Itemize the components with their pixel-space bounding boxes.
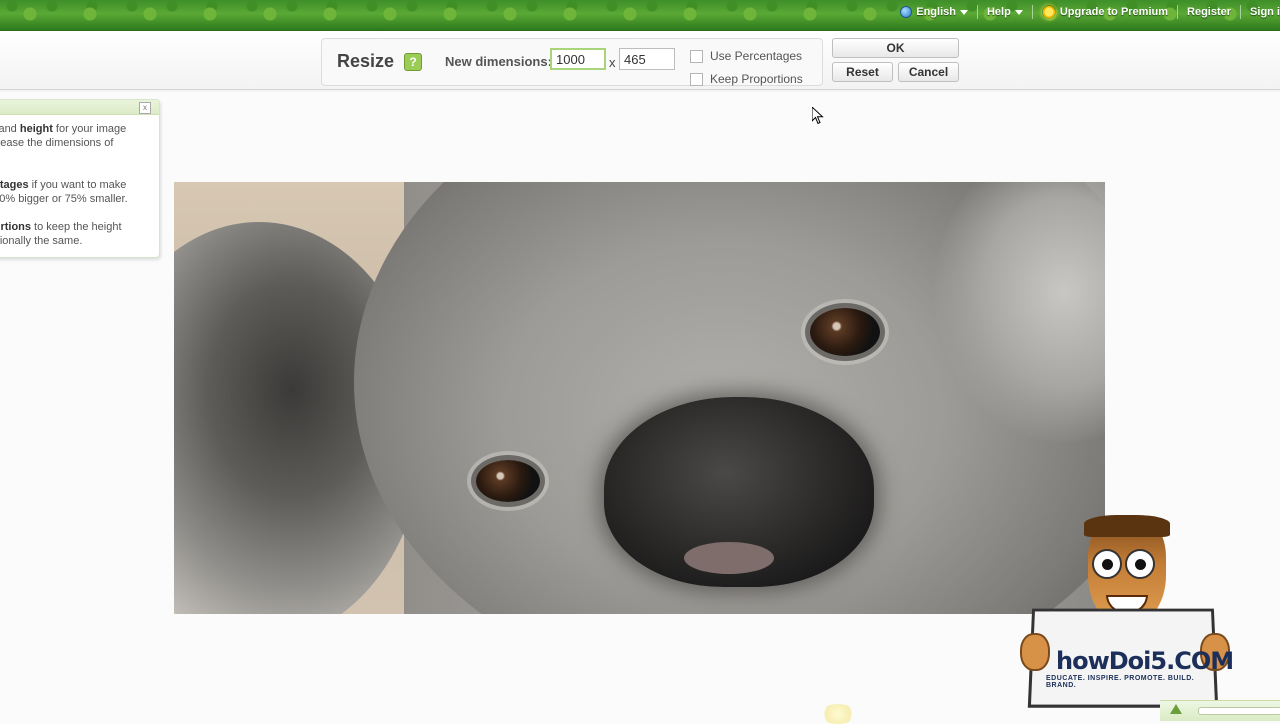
use-percentages-checkbox[interactable]: Use Percentages (690, 49, 802, 63)
top-nav: English Help Upgrade to Premium Register… (891, 0, 1280, 24)
koala-image[interactable] (174, 182, 1105, 614)
tip-bold: height (19, 123, 53, 135)
register-label: Register (1187, 6, 1232, 18)
cancel-button[interactable]: Cancel (898, 62, 959, 82)
tip-bold: portions (0, 221, 31, 233)
tooltip-paragraph: entages if you want to make 150% bigger … (0, 178, 147, 206)
globe-icon (900, 6, 913, 18)
mascot-eye (1125, 549, 1155, 579)
upgrade-label: Upgrade to Premium (1059, 6, 1169, 18)
help-icon[interactable]: ? (404, 53, 422, 71)
cursor-icon (812, 107, 824, 125)
signin-link[interactable]: Sign i (1241, 0, 1280, 24)
tip-bold: entages (0, 179, 29, 191)
help-menu[interactable]: Help (978, 0, 1032, 24)
tip-text: if you want to make (28, 179, 127, 191)
howdoi-mascot: howDoi5.COM EDUCATE. INSPIRE. PROMOTE. B… (1020, 515, 1234, 710)
ok-button[interactable]: OK (832, 38, 959, 58)
upgrade-link[interactable]: Upgrade to Premium (1033, 0, 1177, 24)
checkbox-box[interactable] (690, 49, 703, 63)
dimension-separator: x (609, 55, 616, 70)
koala-eye (810, 308, 880, 356)
height-input[interactable] (619, 48, 675, 70)
mascot-hair (1084, 515, 1170, 537)
checkbox-box[interactable] (690, 72, 703, 86)
mascot-hand (1020, 633, 1050, 671)
chevron-down-icon (959, 9, 968, 15)
chevron-down-icon (1014, 9, 1023, 15)
mascot-eye (1092, 549, 1122, 579)
keep-proportions-checkbox[interactable]: Keep Proportions (690, 72, 803, 86)
width-input[interactable] (550, 48, 606, 70)
close-icon[interactable]: x (139, 102, 151, 114)
dimensions-label: New dimensions: (445, 54, 552, 69)
keep-proportions-label: Keep Proportions (710, 72, 803, 86)
mascot-tagline: EDUCATE. INSPIRE. PROMOTE. BUILD. BRAND. (1046, 675, 1195, 689)
resize-panel: Resize ? New dimensions: x Use Percentag… (321, 38, 823, 86)
resize-title: Resize (337, 51, 395, 71)
help-label: Help (986, 6, 1011, 18)
koala-eye (476, 460, 540, 502)
zoom-slider[interactable] (1198, 707, 1280, 715)
use-percentages-label: Use Percentages (710, 49, 803, 63)
sun-icon (1041, 5, 1056, 19)
tooltip-paragraph: portions to keep the height ortionally t… (0, 220, 147, 248)
language-menu[interactable]: English (891, 0, 977, 24)
signin-label: Sign i (1250, 6, 1280, 18)
register-link[interactable]: Register (1178, 0, 1240, 24)
tooltip-header (0, 100, 159, 115)
reset-button[interactable]: Reset (832, 62, 893, 82)
language-label: English (916, 6, 956, 18)
koala-nostril (684, 542, 774, 574)
help-tooltip: x th and height for your image ecrease t… (0, 99, 160, 258)
resize-toolbar: Resize ? New dimensions: x Use Percentag… (0, 31, 1280, 90)
tip-text: 150% bigger or 75% smaller. (0, 193, 128, 205)
tip-text: for your image (52, 123, 127, 135)
tip-text: ecrease the dimensions of (0, 137, 114, 149)
mascot-logo: howDoi5.COM (1056, 647, 1234, 675)
tip-text: ortionally the same. (0, 235, 83, 247)
tip-text: to keep the height (31, 221, 122, 233)
tip-text: and (0, 123, 17, 135)
top-banner: English Help Upgrade to Premium Register… (0, 0, 1280, 31)
highlight-blob (820, 704, 856, 724)
tooltip-paragraph: th and height for your image ecrease the… (0, 122, 145, 150)
